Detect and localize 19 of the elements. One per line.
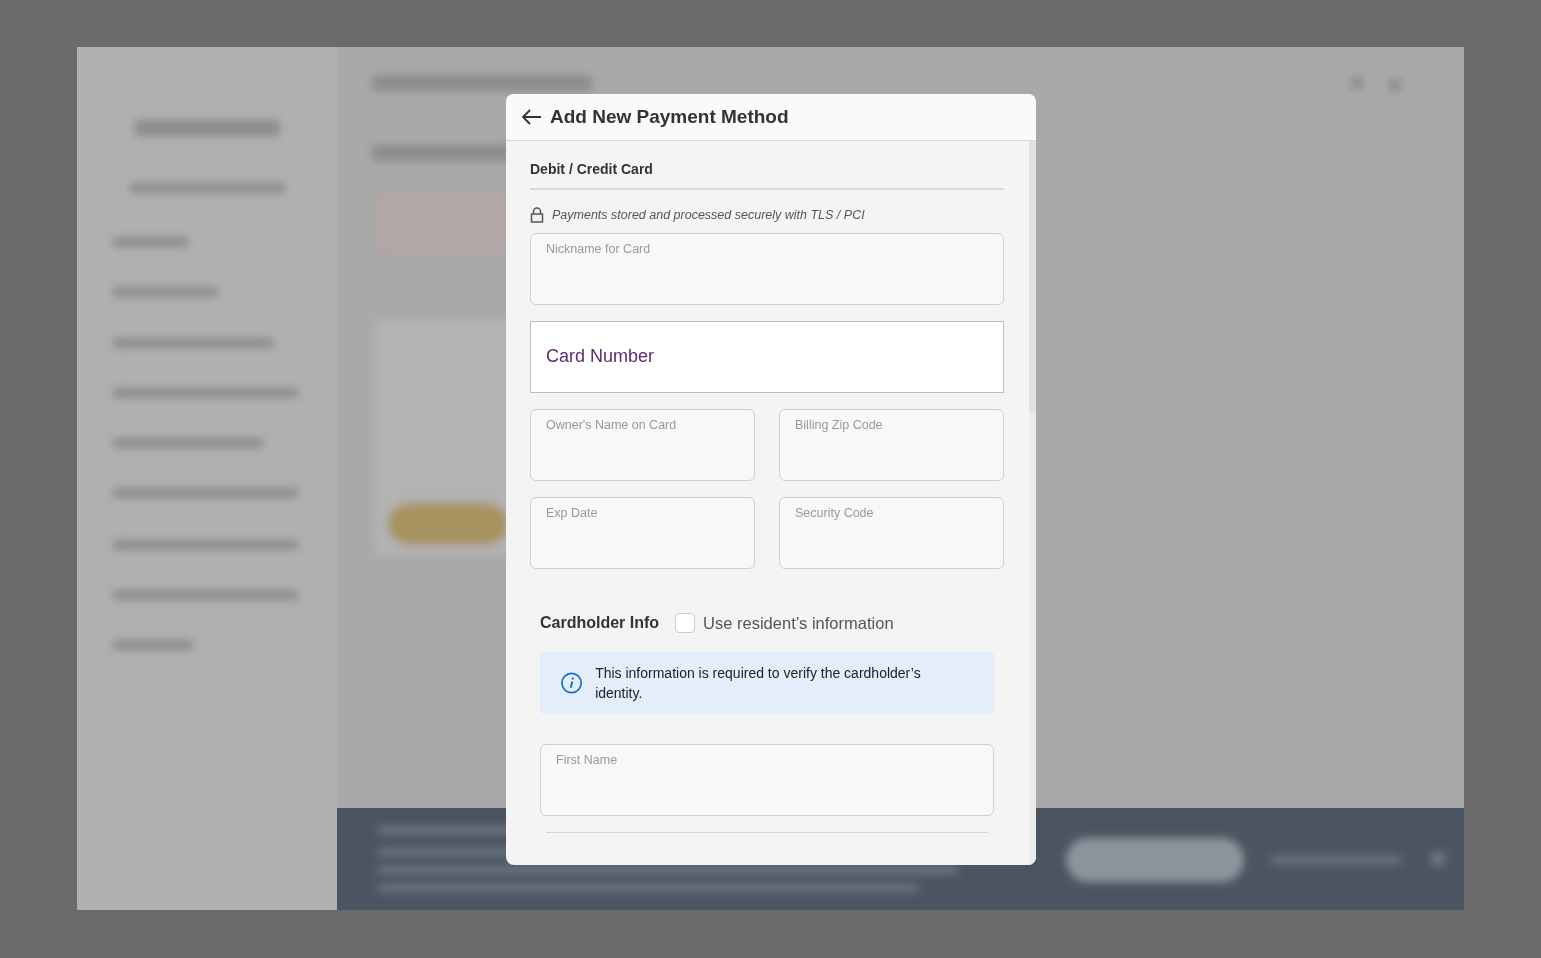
input-field[interactable]: First Name	[540, 743, 994, 816]
info-icon	[560, 670, 584, 695]
cardholder-info-heading: Cardholder Info	[540, 613, 660, 634]
back-button[interactable]	[522, 109, 542, 125]
input-field[interactable]: Exp Date	[530, 496, 755, 569]
info-text: This information is required to verify the cardholder’s identity.	[595, 663, 922, 703]
checkbox-label[interactable]: Use resident’s information	[703, 610, 894, 636]
card-number-field[interactable]: Card Number	[530, 320, 1004, 393]
dialog-title: Add New Payment Method	[550, 105, 789, 129]
security-note: Payments stored and processed securely with TLS / PCI	[552, 207, 865, 224]
checkbox[interactable]	[675, 613, 696, 634]
lock-icon	[530, 207, 544, 224]
input-field[interactable]: Security Code	[779, 496, 1004, 569]
section-title: Debit / Credit Card	[530, 159, 1004, 190]
input-field[interactable]: Billing Zip Code	[779, 408, 1004, 481]
scrollbar[interactable]	[1029, 141, 1036, 865]
input-field[interactable]: Nickname for Card	[530, 232, 1004, 305]
back-arrow-icon	[522, 109, 542, 125]
input-field[interactable]: Owner's Name on Card	[530, 408, 755, 481]
